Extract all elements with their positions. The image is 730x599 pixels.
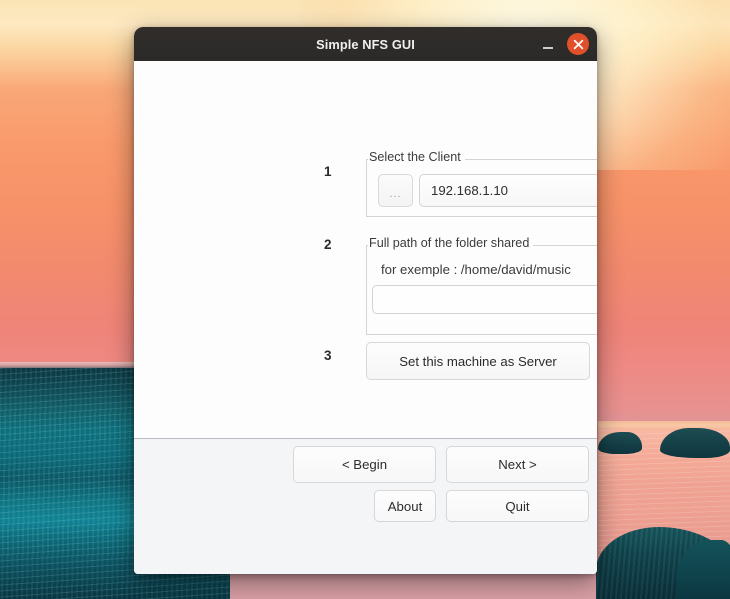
browse-client-button[interactable]: ... xyxy=(378,174,413,207)
about-button[interactable]: About xyxy=(374,490,436,522)
set-as-server-button-label: Set this machine as Server xyxy=(399,354,557,369)
browse-client-button-label: ... xyxy=(389,189,401,200)
folder-path-hint: for exemple : /home/david/music xyxy=(381,262,571,277)
next-button[interactable]: Next > xyxy=(446,446,589,483)
close-icon xyxy=(573,39,584,50)
window-titlebar[interactable]: Simple NFS GUI xyxy=(134,27,597,61)
window-footer: < Begin Next > About Quit xyxy=(134,439,597,574)
begin-button[interactable]: < Begin xyxy=(293,446,436,483)
close-button[interactable] xyxy=(567,33,589,55)
folder-path-input[interactable] xyxy=(372,285,597,314)
client-combobox-value: 192.168.1.10 xyxy=(420,183,597,198)
desktop-wallpaper: Simple NFS GUI 1 Select the Client ... xyxy=(0,0,730,599)
next-button-label: Next > xyxy=(498,457,536,472)
window-controls xyxy=(537,27,589,61)
quit-button[interactable]: Quit xyxy=(446,490,589,522)
begin-button-label: < Begin xyxy=(342,457,387,472)
rock-small-left xyxy=(598,432,642,454)
minimize-button[interactable] xyxy=(537,33,559,55)
set-as-server-button[interactable]: Set this machine as Server xyxy=(366,342,590,380)
step-2-number: 2 xyxy=(324,237,332,252)
step-1-number: 1 xyxy=(324,164,332,179)
select-client-frame-label: Select the Client xyxy=(368,150,465,164)
step-3-number: 3 xyxy=(324,348,332,363)
quit-button-label: Quit xyxy=(505,499,529,514)
app-window: Simple NFS GUI 1 Select the Client ... xyxy=(134,27,597,574)
window-content: 1 Select the Client ... 192.168.1.10 2 F… xyxy=(134,61,597,439)
folder-path-frame-label: Full path of the folder shared xyxy=(368,236,533,250)
window-title: Simple NFS GUI xyxy=(316,37,415,52)
client-combobox[interactable]: 192.168.1.10 xyxy=(419,174,597,207)
about-button-label: About xyxy=(388,499,422,514)
rock-small-right xyxy=(660,428,730,458)
minimize-icon xyxy=(543,47,553,49)
